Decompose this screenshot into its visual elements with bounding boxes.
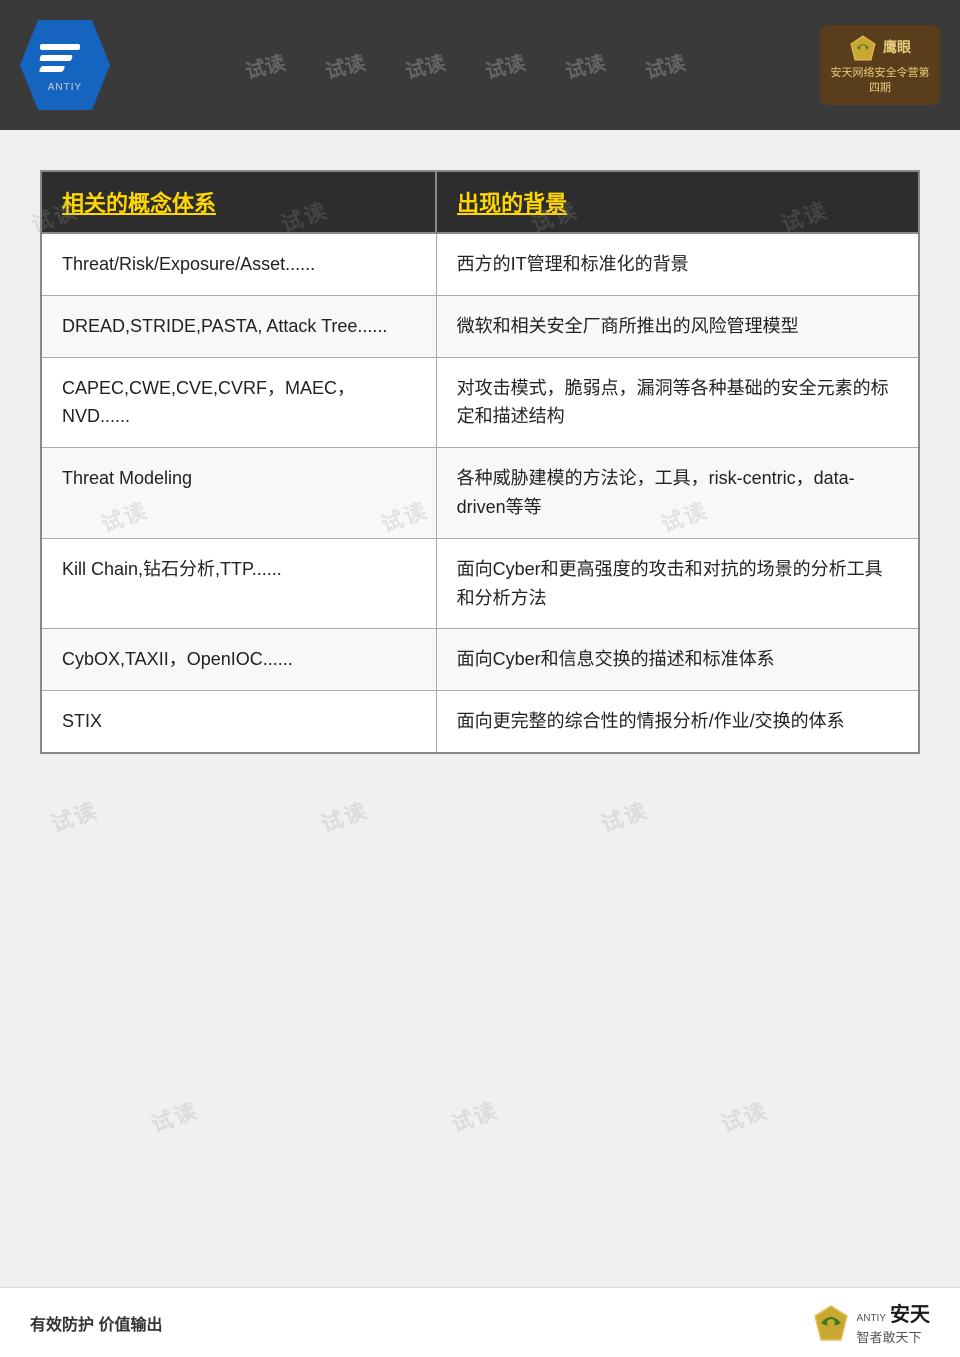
footer-antiy-label: ANTIY xyxy=(857,1313,886,1324)
concept-table: 相关的概念体系 出现的背景 Threat/Risk/Exposure/Asset… xyxy=(40,170,920,754)
col1-header: 相关的概念体系 xyxy=(41,171,436,233)
table-row: CybOX,TAXII，OpenIOC......面向Cyber和信息交换的描述… xyxy=(41,629,919,691)
background-cell-0: 西方的IT管理和标准化的背景 xyxy=(436,233,919,295)
watermark-12: 试读 xyxy=(446,1093,502,1139)
eagle-icon xyxy=(849,34,877,62)
antiy-logo: ANTIY xyxy=(20,20,110,110)
concept-cell-4: Kill Chain,钻石分析,TTP...... xyxy=(41,538,436,629)
header-watermarks: 试读 试读 试读 试读 试读 试读 xyxy=(110,51,820,80)
concept-cell-1: DREAD,STRIDE,PASTA, Attack Tree...... xyxy=(41,295,436,357)
footer-logo: ANTIY 安天 智者敢天下 xyxy=(811,1298,930,1347)
footer-logo-subtext: 智者敢天下 xyxy=(857,1330,922,1345)
table-row: Threat Modeling各种威胁建模的方法论，工具，risk-centri… xyxy=(41,448,919,539)
background-cell-2: 对攻击模式，脆弱点，漏洞等各种基础的安全元素的标定和描述结构 xyxy=(436,357,919,448)
concept-cell-3: Threat Modeling xyxy=(41,448,436,539)
watermark-11: 试读 xyxy=(146,1093,202,1139)
concept-cell-2: CAPEC,CWE,CVE,CVRF，MAEC，NVD...... xyxy=(41,357,436,448)
footer-eagle-icon xyxy=(811,1303,851,1343)
table-row: STIX面向更完整的综合性的情报分析/作业/交换的体系 xyxy=(41,691,919,753)
header-wm-5: 试读 xyxy=(562,46,608,84)
header-wm-2: 试读 xyxy=(322,46,368,84)
header: ANTIY 试读 试读 试读 试读 试读 试读 鹰眼 安天网络安全令营第四期 xyxy=(0,0,960,130)
footer-logo-text: 安天 xyxy=(890,1298,930,1327)
background-cell-4: 面向Cyber和更高强度的攻击和对抗的场景的分析工具和分析方法 xyxy=(436,538,919,629)
table-row: CAPEC,CWE,CVE,CVRF，MAEC，NVD......对攻击模式，脆… xyxy=(41,357,919,448)
table-row: Kill Chain,钻石分析,TTP......面向Cyber和更高强度的攻击… xyxy=(41,538,919,629)
logo-label: ANTIY xyxy=(48,82,82,93)
main-content: 相关的概念体系 出现的背景 Threat/Risk/Exposure/Asset… xyxy=(0,130,960,844)
background-cell-6: 面向更完整的综合性的情报分析/作业/交换的体系 xyxy=(436,691,919,753)
header-wm-6: 试读 xyxy=(642,46,688,84)
right-logo-brand: 鹰眼 xyxy=(883,38,911,58)
concept-cell-0: Threat/Risk/Exposure/Asset...... xyxy=(41,233,436,295)
concept-cell-6: STIX xyxy=(41,691,436,753)
table-row: Threat/Risk/Exposure/Asset......西方的IT管理和… xyxy=(41,233,919,295)
footer-left-text: 有效防护 价值输出 xyxy=(30,1311,162,1335)
col2-header: 出现的背景 xyxy=(436,171,919,233)
header-right-logo: 鹰眼 安天网络安全令营第四期 xyxy=(820,25,940,105)
logo-stripe-3 xyxy=(39,66,66,72)
logo-stripe-2 xyxy=(39,55,73,61)
header-wm-4: 试读 xyxy=(482,46,528,84)
header-wm-1: 试读 xyxy=(242,46,288,84)
logo-stripe-1 xyxy=(40,44,80,50)
background-cell-1: 微软和相关安全厂商所推出的风险管理模型 xyxy=(436,295,919,357)
header-wm-3: 试读 xyxy=(402,46,448,84)
logo-stripes xyxy=(40,38,90,78)
watermark-13: 试读 xyxy=(716,1093,772,1139)
background-cell-3: 各种威胁建模的方法论，工具，risk-centric，data-driven等等 xyxy=(436,448,919,539)
concept-cell-5: CybOX,TAXII，OpenIOC...... xyxy=(41,629,436,691)
background-cell-5: 面向Cyber和信息交换的描述和标准体系 xyxy=(436,629,919,691)
table-row: DREAD,STRIDE,PASTA, Attack Tree......微软和… xyxy=(41,295,919,357)
right-logo-subtitle: 安天网络安全令营第四期 xyxy=(828,66,932,97)
footer: 有效防护 价值输出 ANTIY 安天 智者敢天下 xyxy=(0,1287,960,1357)
